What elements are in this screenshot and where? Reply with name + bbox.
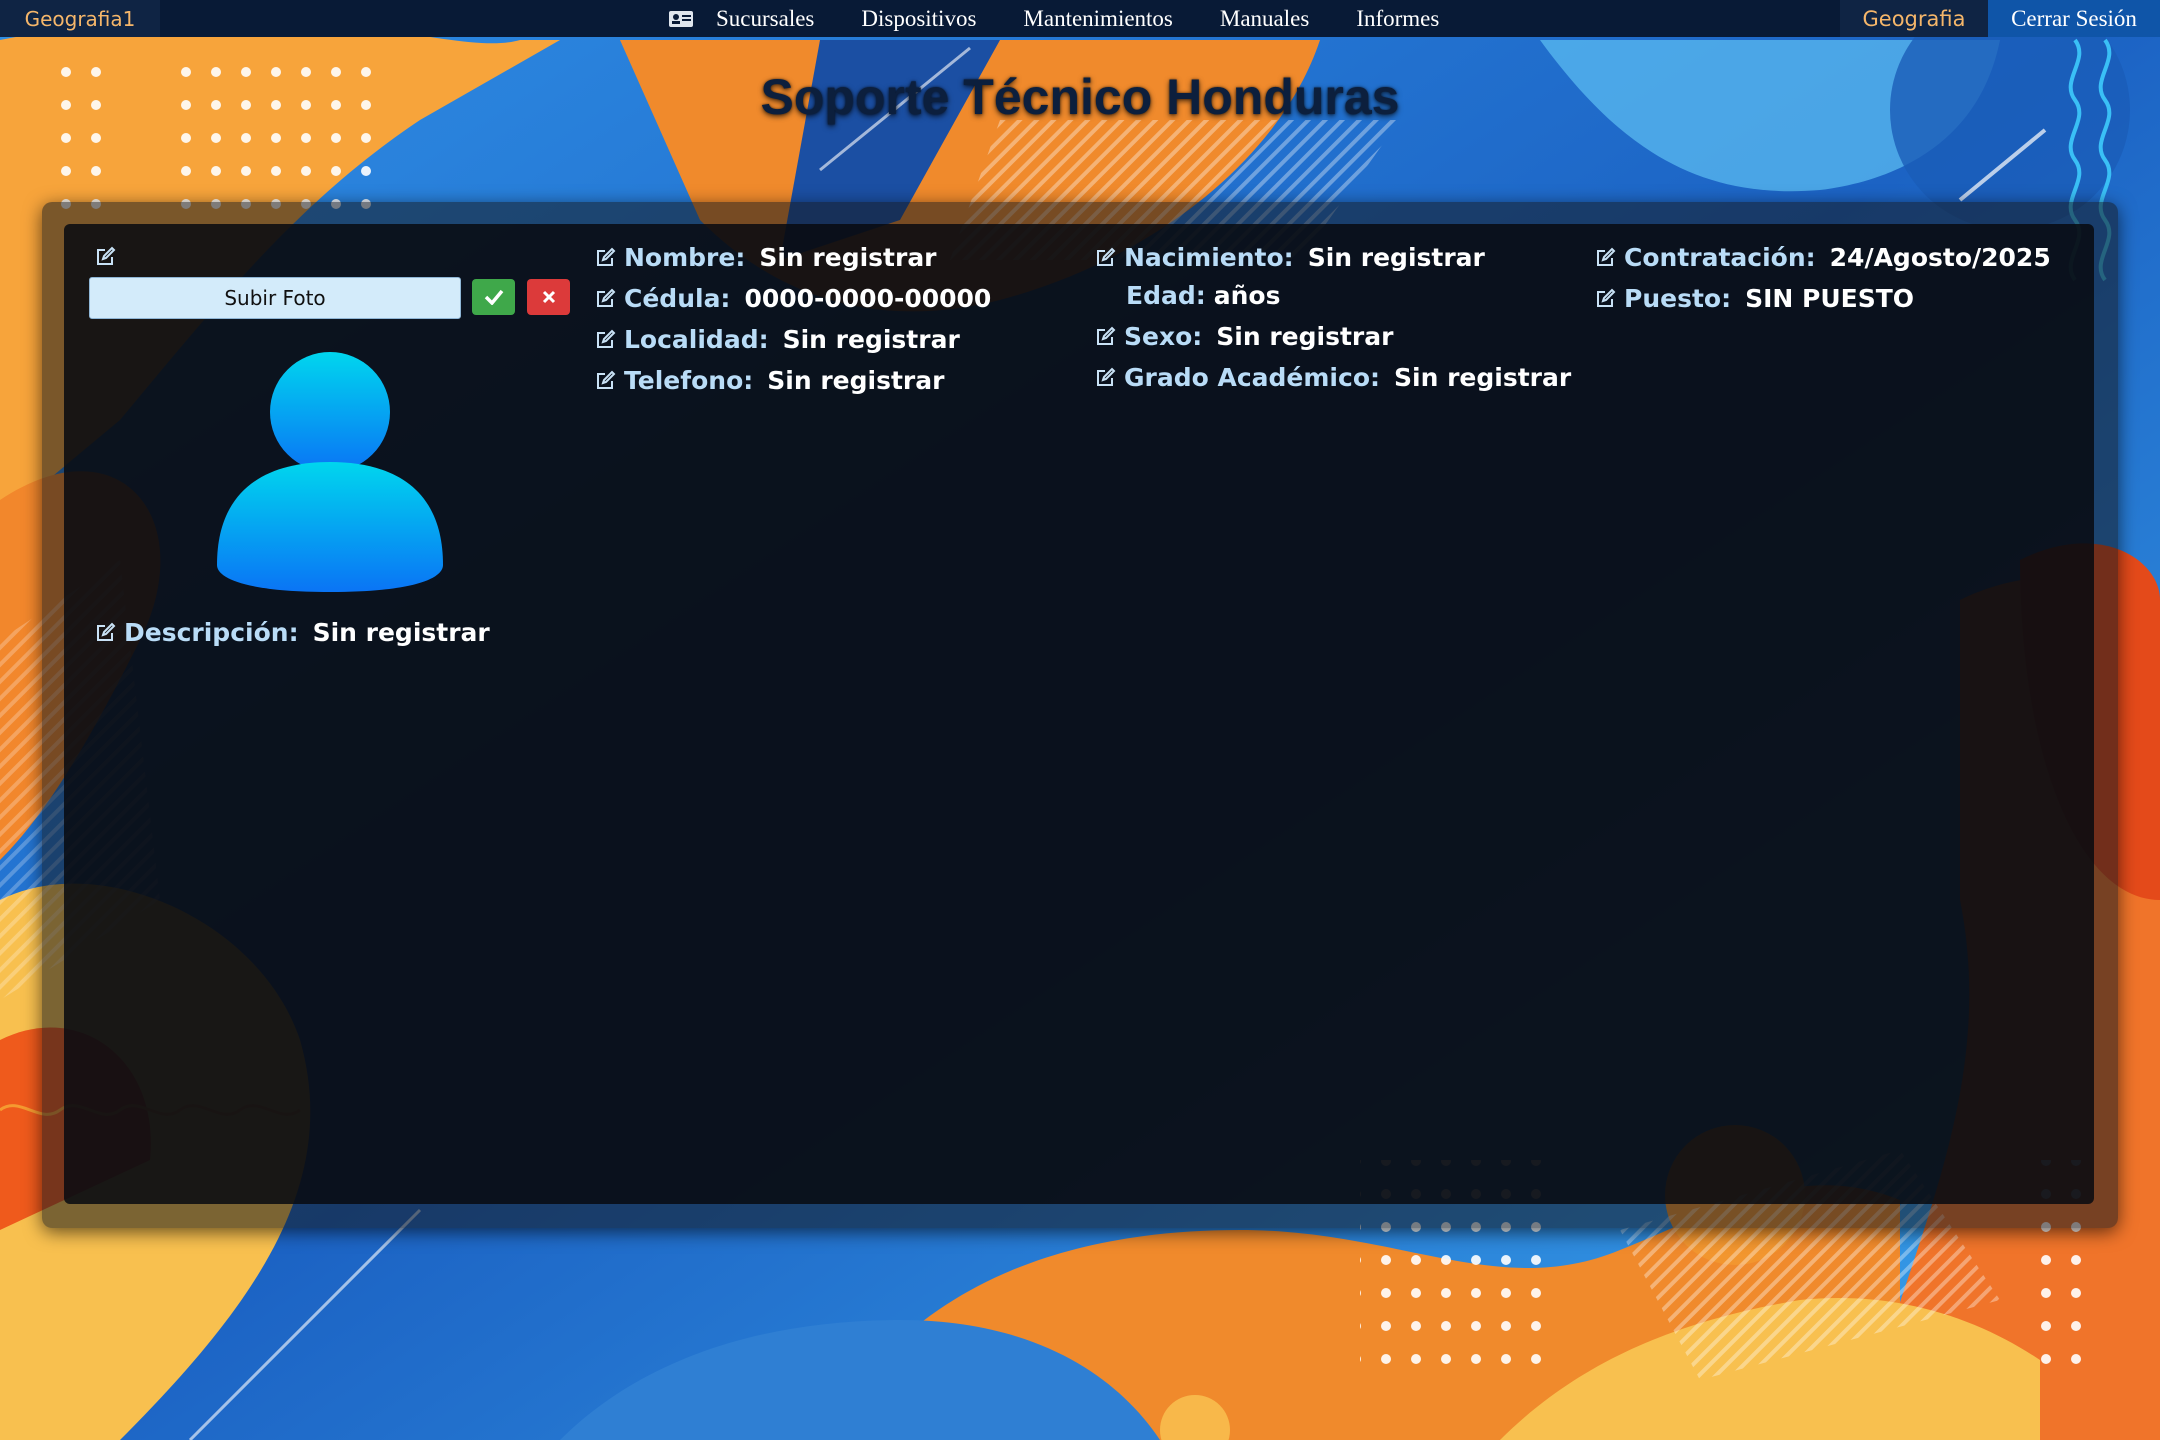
confirm-photo-button[interactable] bbox=[472, 279, 515, 315]
id-card-icon[interactable] bbox=[668, 10, 694, 28]
field-telefono: Telefono: Sin registrar bbox=[594, 366, 944, 395]
nav-manuales[interactable]: Manuales bbox=[1220, 6, 1309, 32]
descripcion-label: Descripción: bbox=[124, 618, 299, 647]
close-icon bbox=[542, 290, 555, 304]
field-nombre: Nombre: Sin registrar bbox=[594, 243, 937, 272]
nav-informes[interactable]: Informes bbox=[1356, 6, 1439, 32]
check-icon bbox=[484, 289, 503, 305]
edit-cedula-icon[interactable] bbox=[594, 288, 616, 310]
field-puesto: Puesto: SIN PUESTO bbox=[1594, 284, 1914, 313]
sexo-value: Sin registrar bbox=[1216, 322, 1394, 351]
top-navbar: Geografia1 Sucursales Dispositivos Mante… bbox=[0, 0, 2160, 37]
grado-label: Grado Académico: bbox=[1124, 363, 1380, 392]
descripcion-value: Sin registrar bbox=[312, 618, 490, 647]
localidad-label: Localidad: bbox=[624, 325, 769, 354]
puesto-value: SIN PUESTO bbox=[1745, 284, 1915, 313]
edit-grado-icon[interactable] bbox=[1094, 367, 1116, 389]
edit-sexo-icon[interactable] bbox=[1094, 326, 1116, 348]
nav-dispositivos[interactable]: Dispositivos bbox=[861, 6, 976, 32]
logout-button[interactable]: Cerrar Sesión bbox=[1988, 0, 2160, 37]
field-nacimiento: Nacimiento: Sin registrar bbox=[1094, 243, 1485, 272]
edit-puesto-icon[interactable] bbox=[1594, 288, 1616, 310]
field-grado-academico: Grado Académico: Sin registrar bbox=[1094, 363, 1571, 392]
field-localidad: Localidad: Sin registrar bbox=[594, 325, 960, 354]
upload-photo-button[interactable]: Subir Foto bbox=[89, 277, 461, 319]
contratacion-label: Contratación: bbox=[1624, 243, 1816, 272]
cancel-photo-button[interactable] bbox=[527, 279, 570, 315]
edit-nacimiento-icon[interactable] bbox=[1094, 247, 1116, 269]
field-descripcion: Descripción: Sin registrar bbox=[94, 618, 490, 647]
edit-contratacion-icon[interactable] bbox=[1594, 247, 1616, 269]
field-sexo: Sexo: Sin registrar bbox=[1094, 322, 1393, 351]
edit-descripcion-icon[interactable] bbox=[94, 622, 116, 644]
cedula-label: Cédula: bbox=[624, 284, 731, 313]
edit-telefono-icon[interactable] bbox=[594, 370, 616, 392]
edit-localidad-icon[interactable] bbox=[594, 329, 616, 351]
cedula-value: 0000-0000-00000 bbox=[744, 284, 992, 313]
field-contratacion: Contratación: 24/Agosto/2025 bbox=[1594, 243, 2051, 272]
puesto-label: Puesto: bbox=[1624, 284, 1732, 313]
sexo-label: Sexo: bbox=[1124, 322, 1203, 351]
grado-value: Sin registrar bbox=[1394, 363, 1572, 392]
nacimiento-value: Sin registrar bbox=[1307, 243, 1485, 272]
edad-label: Edad: bbox=[1126, 281, 1206, 310]
nav-sucursales[interactable]: Sucursales bbox=[716, 6, 814, 32]
nombre-label: Nombre: bbox=[624, 243, 746, 272]
nacimiento-label: Nacimiento: bbox=[1124, 243, 1294, 272]
contratacion-value: 24/Agosto/2025 bbox=[1829, 243, 2051, 272]
page-title: Soporte Técnico Honduras bbox=[760, 69, 1400, 125]
user-menu[interactable]: Geografia bbox=[1840, 0, 1988, 37]
nav-mantenimientos[interactable]: Mantenimientos bbox=[1023, 6, 1172, 32]
user-avatar bbox=[217, 352, 443, 592]
edit-photo-icon[interactable] bbox=[94, 246, 116, 268]
telefono-value: Sin registrar bbox=[767, 366, 945, 395]
main-nav: Sucursales Dispositivos Mantenimientos M… bbox=[668, 0, 1486, 37]
field-edad: Edad: años bbox=[1118, 281, 1280, 310]
edad-value: años bbox=[1213, 281, 1281, 310]
brand-link[interactable]: Geografia1 bbox=[0, 0, 160, 37]
localidad-value: Sin registrar bbox=[782, 325, 960, 354]
edit-nombre-icon[interactable] bbox=[594, 247, 616, 269]
field-cedula: Cédula: 0000-0000-00000 bbox=[594, 284, 991, 313]
telefono-label: Telefono: bbox=[624, 366, 754, 395]
nombre-value: Sin registrar bbox=[759, 243, 937, 272]
